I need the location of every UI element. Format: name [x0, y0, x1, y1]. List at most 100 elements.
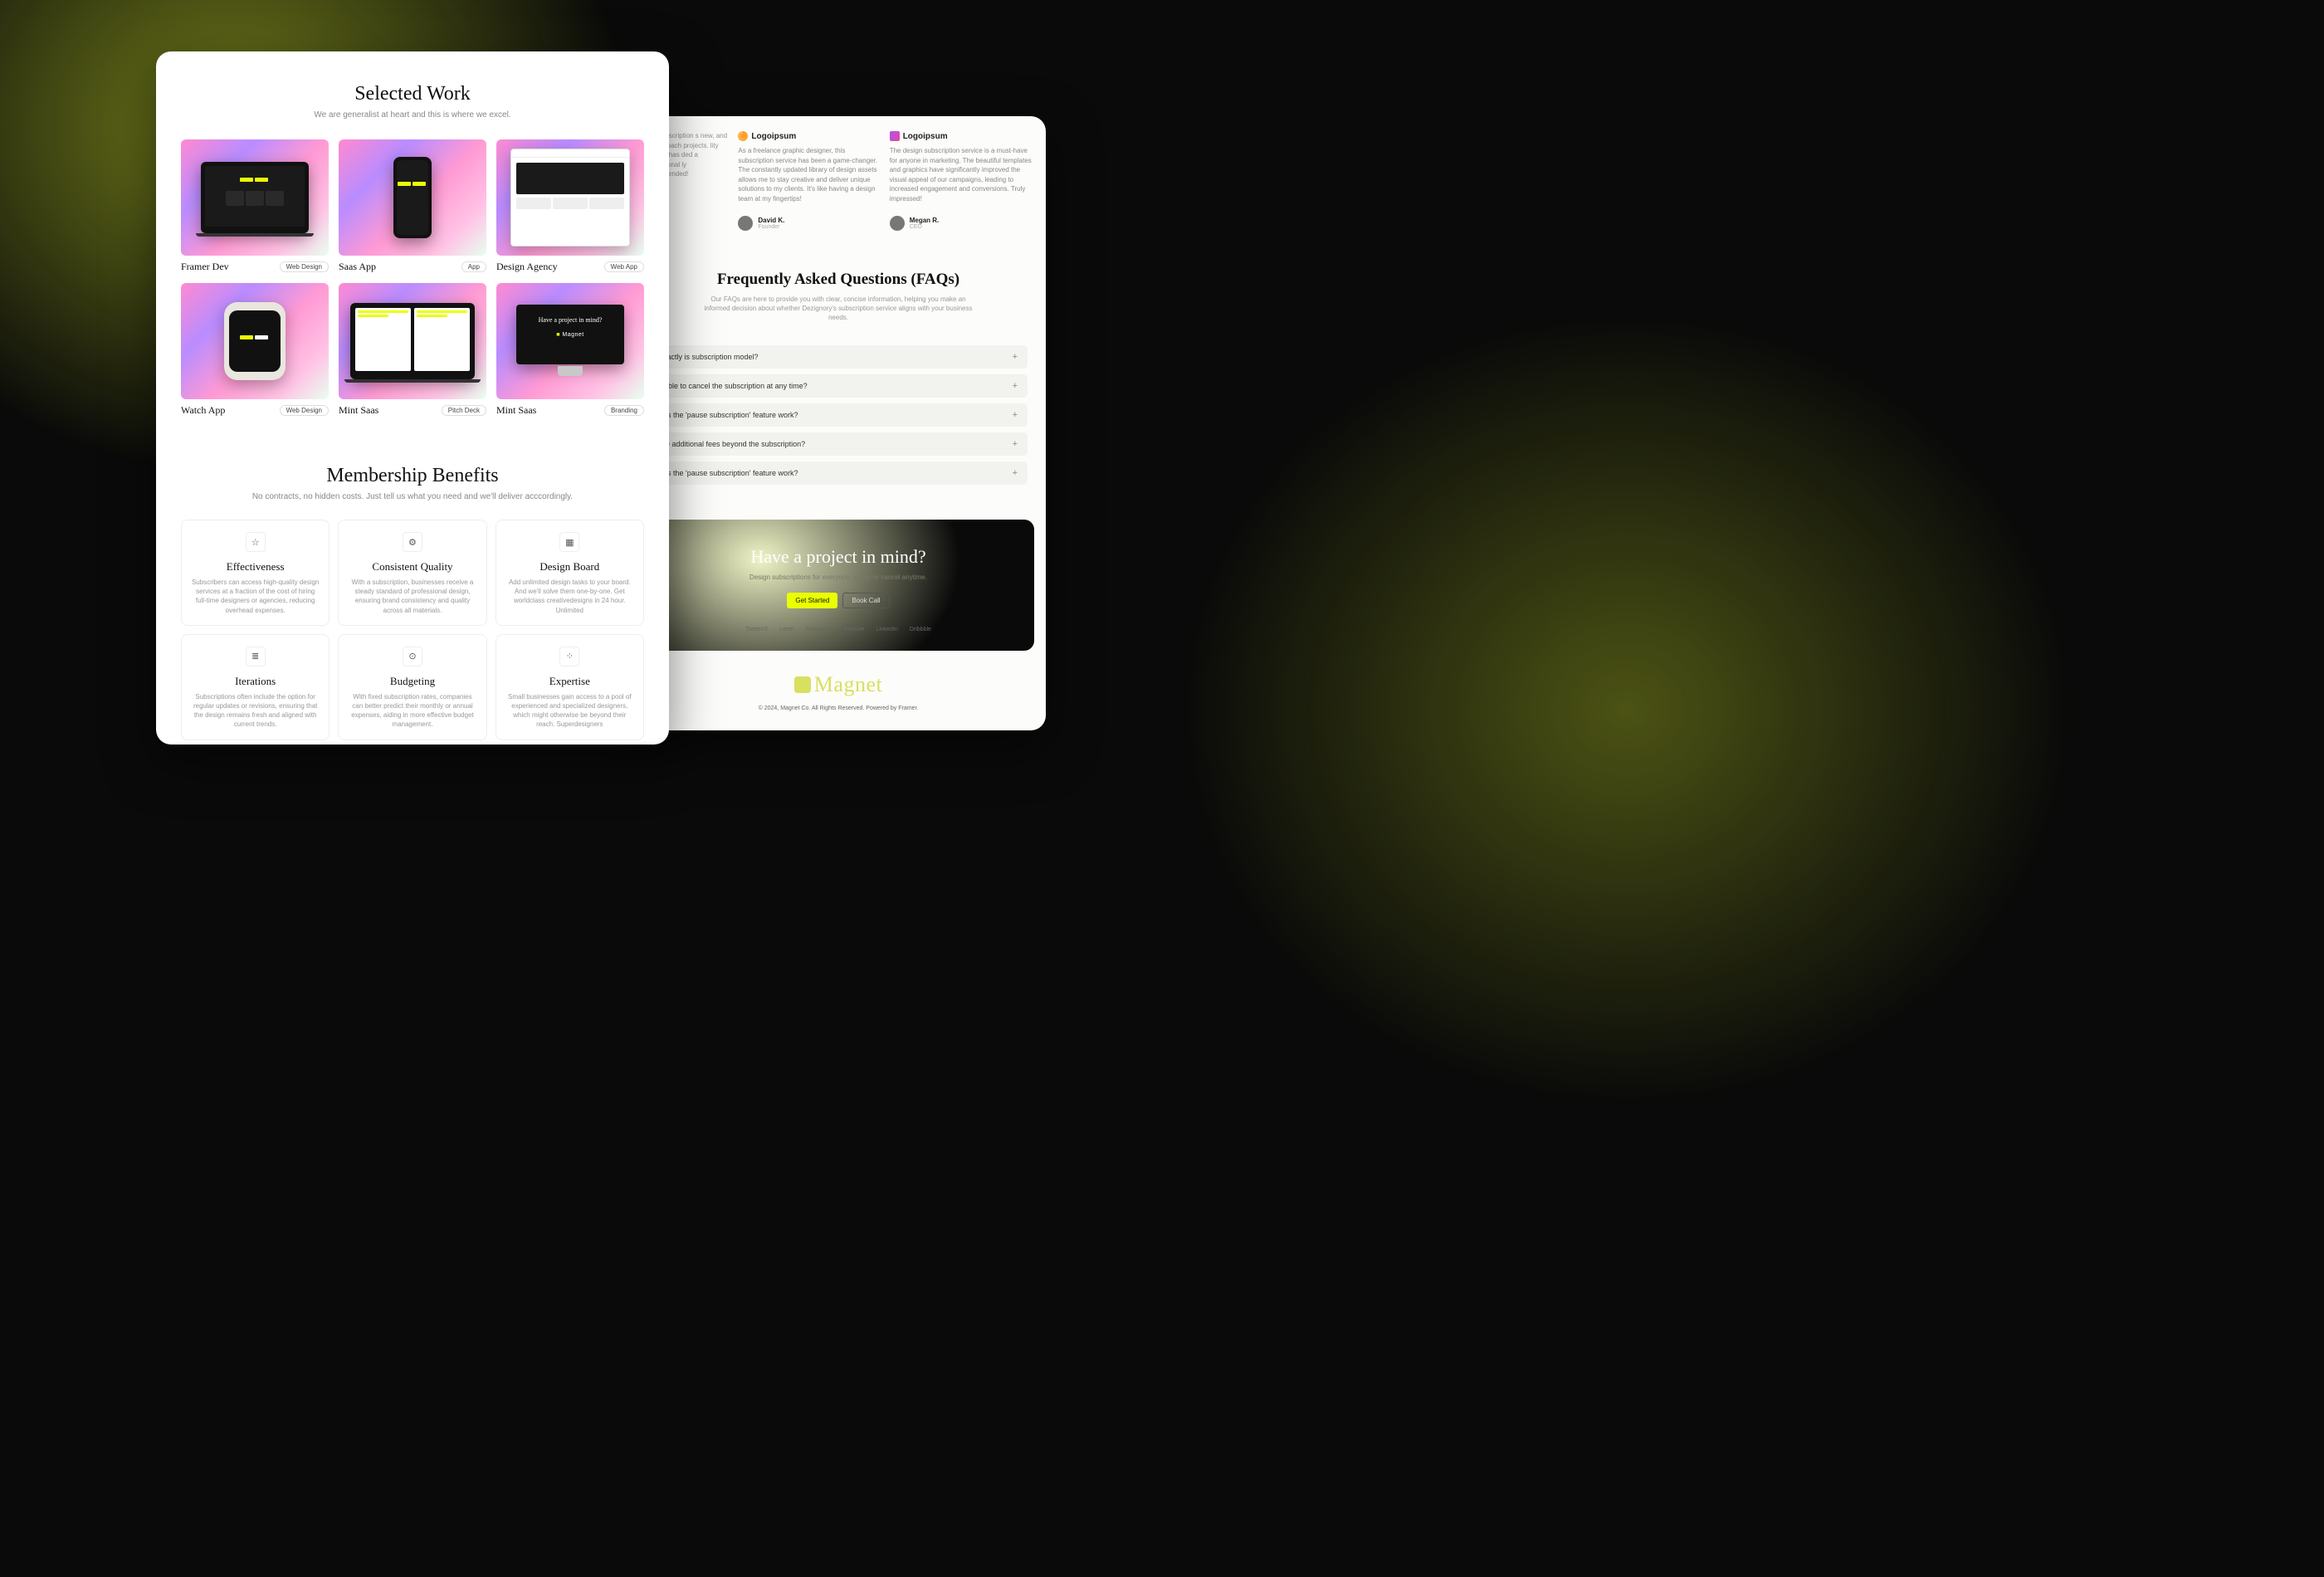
benefit-card: ⊙ Budgeting With fixed subscription rate… — [338, 634, 486, 740]
benefit-desc: Subscribers can access high-quality desi… — [190, 578, 320, 615]
benefit-desc: Subscriptions often include the option f… — [190, 692, 320, 730]
portfolio-title: Watch App — [181, 404, 225, 417]
money-icon: ⊙ — [403, 647, 422, 666]
selected-work-heading: Selected Work — [181, 83, 644, 105]
benefits-heading: Membership Benefits — [181, 465, 644, 487]
portfolio-thumb: Have a project in mind?■ Magnet — [496, 283, 644, 399]
social-link[interactable]: LinkedIn — [876, 627, 897, 632]
faq-item[interactable]: oes the 'pause subscription' feature wor… — [649, 403, 1028, 427]
benefit-card: ≣ Iterations Subscriptions often include… — [181, 634, 330, 740]
social-links: Twitter/X Lemn Instagram Youtube LinkedI… — [659, 627, 1018, 632]
portfolio-card[interactable]: Saas App App — [339, 139, 486, 273]
selected-work-subtitle: We are generalist at heart and this is w… — [181, 110, 644, 120]
board-icon: ▦ — [559, 532, 579, 552]
faq-subtitle: Our FAQs are here to provide you with cl… — [701, 295, 975, 323]
testimonial-text: As a freelance graphic designer, this su… — [738, 146, 881, 204]
testimonial-author: Megan R. CEO — [890, 216, 1033, 231]
portfolio-grid: Framer Dev Web Design Saas App App Design … — [181, 139, 644, 417]
portfolio-title: Saas App — [339, 261, 376, 273]
portfolio-thumb — [339, 283, 486, 399]
benefit-title: Consistent Quality — [347, 560, 477, 574]
faq-item[interactable]: oes the 'pause subscription' feature wor… — [649, 461, 1028, 485]
faq-item[interactable]: ere additional fees beyond the subscript… — [649, 432, 1028, 456]
browser-mockup-icon — [510, 149, 630, 247]
portfolio-badge: Web App — [604, 261, 644, 272]
testimonial-card: Logoipsum The design subscription servic… — [890, 131, 1033, 231]
faq-section: Frequently Asked Questions (FAQs) Our FA… — [631, 271, 1046, 486]
benefit-title: Budgeting — [347, 675, 477, 688]
grid-icon: ⁘ — [559, 647, 579, 666]
benefit-desc: With a subscription, businesses receive … — [347, 578, 477, 615]
portfolio-badge: App — [461, 261, 486, 272]
benefit-card: ⁘ Expertise Small businesses gain access… — [496, 634, 644, 740]
portfolio-title: Framer Dev — [181, 261, 229, 273]
avatar — [890, 216, 905, 231]
social-link[interactable]: Instagram — [806, 627, 832, 632]
portfolio-badge: Branding — [604, 405, 644, 416]
cta-banner: Have a project in mind? Design subscript… — [642, 520, 1034, 651]
benefit-card: ☆ Effectiveness Subscribers can access h… — [181, 520, 330, 626]
watch-mockup-icon — [224, 302, 286, 380]
portfolio-badge: Web Design — [280, 261, 329, 272]
faq-item[interactable]: ssible to cancel the subscription at any… — [649, 374, 1028, 398]
cta-heading: Have a project in mind? — [659, 546, 1018, 568]
book-call-button[interactable]: Book Call — [842, 593, 889, 608]
layers-icon: ≣ — [246, 647, 266, 666]
benefit-desc: Add unlimited design tasks to your board… — [505, 578, 635, 615]
laptop-mockup-icon — [201, 162, 309, 233]
portfolio-title: Mint Saas — [339, 404, 378, 417]
secondary-page-panel: sign subscription s new, and it's approa… — [631, 116, 1046, 730]
phone-mockup-icon — [393, 157, 432, 238]
star-icon: ☆ — [246, 532, 266, 552]
benefit-title: Effectiveness — [190, 560, 320, 574]
social-link[interactable]: Twitter/X — [745, 627, 768, 632]
testimonial-text: The design subscription service is a mus… — [890, 146, 1033, 204]
faq-heading: Frequently Asked Questions (FAQs) — [649, 271, 1028, 289]
testimonials-row: sign subscription s new, and it's approa… — [631, 116, 1046, 231]
footer-logo: Magnet — [631, 672, 1046, 697]
brand-logo-b: Logoipsum — [890, 131, 1033, 141]
benefit-title: Expertise — [505, 675, 635, 688]
primary-page-panel: Selected Work We are generalist at heart… — [156, 51, 669, 745]
social-link[interactable]: Youtube — [843, 627, 864, 632]
brand-mark-icon — [794, 676, 811, 693]
benefit-card: ⚙ Consistent Quality With a subscription… — [338, 520, 486, 626]
portfolio-thumb — [496, 139, 644, 256]
get-started-button[interactable]: Get Started — [787, 593, 837, 608]
portfolio-title: Mint Saas — [496, 404, 536, 417]
expand-icon: + — [1013, 381, 1018, 391]
portfolio-card[interactable]: Watch App Web Design — [181, 283, 329, 417]
portfolio-card[interactable]: Framer Dev Web Design — [181, 139, 329, 273]
portfolio-thumb — [181, 283, 329, 399]
expand-icon: + — [1013, 439, 1018, 449]
copyright: © 2024, Magnet Co. All Rights Reserved. … — [631, 706, 1046, 726]
social-link[interactable]: Dribbble — [910, 627, 931, 632]
portfolio-badge: Web Design — [280, 405, 329, 416]
benefit-title: Iterations — [190, 675, 320, 688]
avatar — [738, 216, 753, 231]
expand-icon: + — [1013, 468, 1018, 478]
testimonial-author: David K. Founder — [738, 216, 881, 231]
cog-icon: ⚙ — [403, 532, 422, 552]
social-link[interactable]: Lemn — [779, 627, 794, 632]
benefit-card: ▦ Design Board Add unlimited design task… — [496, 520, 644, 626]
testimonial-card: Logoipsum As a freelance graphic designe… — [738, 131, 881, 231]
expand-icon: + — [1013, 410, 1018, 420]
monitor-mockup-icon: Have a project in mind?■ Magnet — [516, 305, 624, 378]
portfolio-card[interactable]: Design Agency Web App — [496, 139, 644, 273]
expand-icon: + — [1013, 352, 1018, 362]
portfolio-card[interactable]: Mint SaasPitch Deck — [339, 283, 486, 417]
laptop-mockup-icon — [350, 303, 475, 379]
benefit-desc: With fixed subscription rates, companies… — [347, 692, 477, 730]
cta-subtitle: Design subscriptions for everyone, pause… — [659, 574, 1018, 581]
faq-list: exactly is subscription model?+ ssible t… — [649, 345, 1028, 485]
benefits-subtitle: No contracts, no hidden costs. Just tell… — [181, 492, 644, 501]
benefits-grid: ☆ Effectiveness Subscribers can access h… — [181, 520, 644, 740]
benefits-section: Membership Benefits No contracts, no hid… — [181, 465, 644, 740]
portfolio-card[interactable]: Have a project in mind?■ Magnet Mint Saa… — [496, 283, 644, 417]
faq-item[interactable]: exactly is subscription model?+ — [649, 345, 1028, 369]
portfolio-title: Design Agency — [496, 261, 558, 273]
portfolio-thumb — [181, 139, 329, 256]
portfolio-thumb — [339, 139, 486, 256]
brand-logo-a: Logoipsum — [738, 131, 881, 141]
